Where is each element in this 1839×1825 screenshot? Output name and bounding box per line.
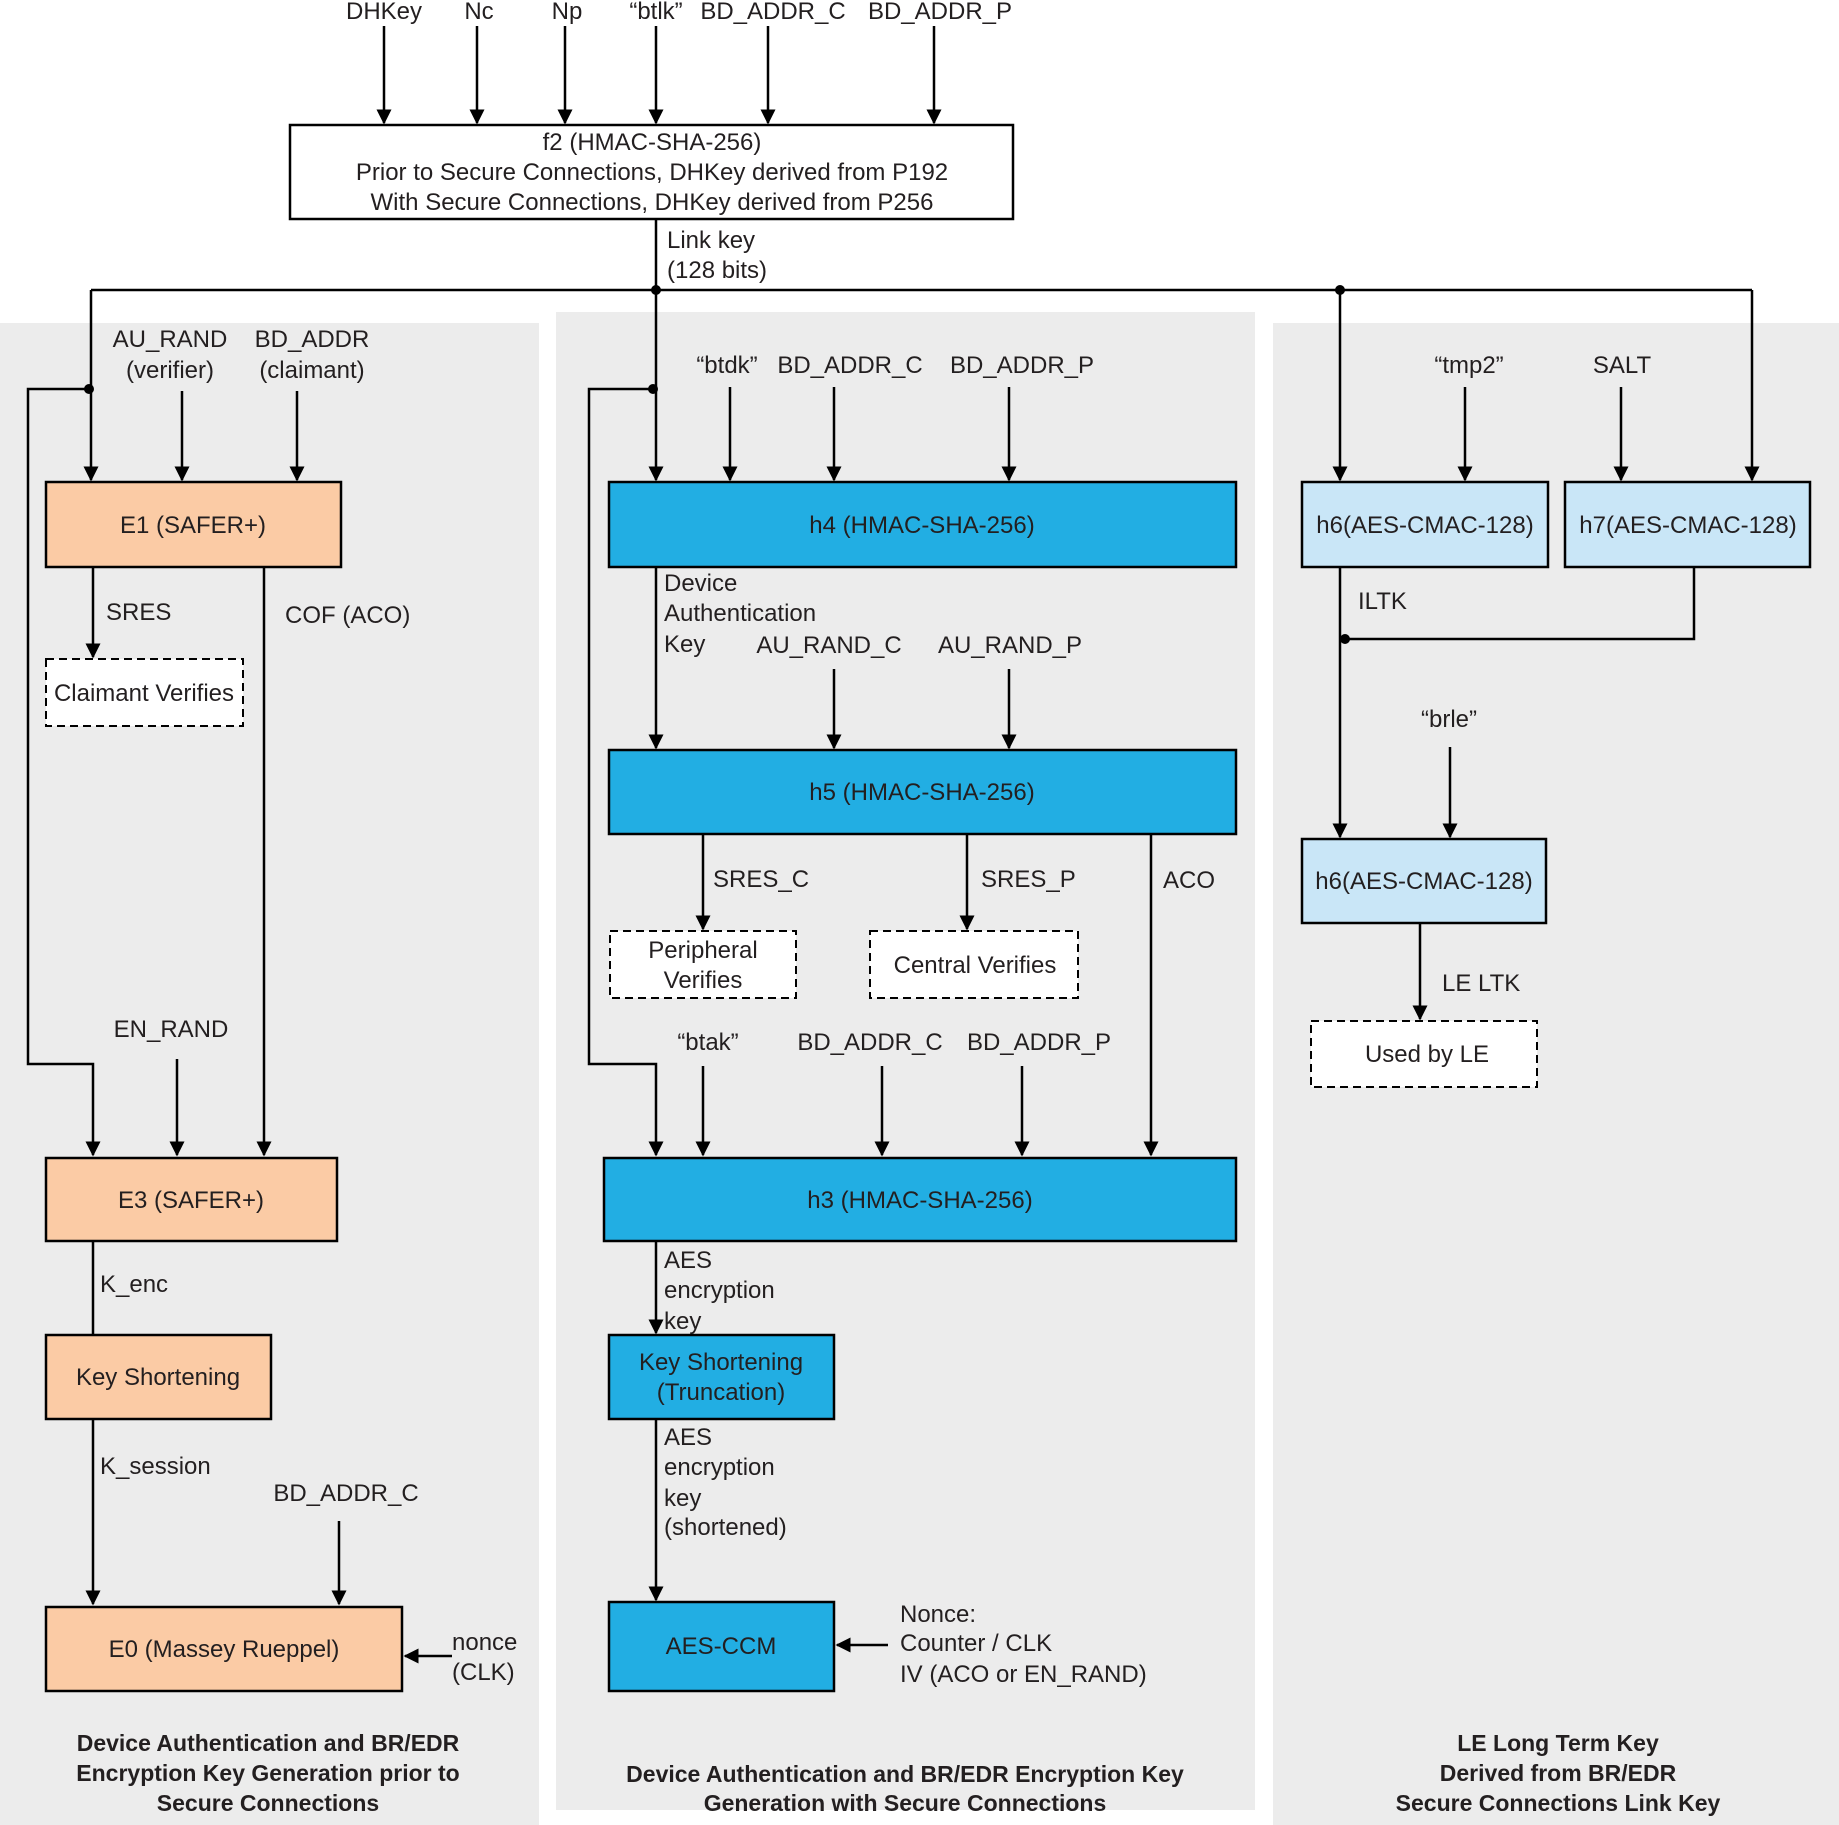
aco-label: ACO: [1163, 867, 1215, 894]
dak-label-line2: Authentication: [664, 600, 816, 627]
input-label-bd-addr-p: BD_ADDR_P: [868, 0, 1012, 25]
e0-label: E0 (Massey Rueppel): [109, 1636, 340, 1663]
h6-label: h6(AES-CMAC-128): [1316, 512, 1533, 539]
h5-label: h5 (HMAC-SHA-256): [809, 779, 1034, 806]
input-label-dhkey: DHKey: [346, 0, 422, 25]
link-key-bits-label: (128 bits): [667, 257, 767, 284]
en-rand-label: EN_RAND: [114, 1016, 229, 1043]
dak-label-line1: Device: [664, 570, 737, 597]
sc-caption-line1: Device Authentication and BR/EDR Encrypt…: [626, 1761, 1184, 1787]
e1-label: E1 (SAFER+): [120, 512, 266, 539]
sres-p-label: SRES_P: [981, 866, 1076, 893]
nonce-label: nonce: [452, 1629, 517, 1656]
nonce-ccm-line1: Nonce:: [900, 1601, 976, 1628]
legacy-caption-line1: Device Authentication and BR/EDR: [77, 1730, 460, 1756]
input-label-np: Np: [552, 0, 583, 25]
h4-bd-addr-c-label: BD_ADDR_C: [777, 352, 922, 379]
aes-key-short-line2: encryption: [664, 1454, 775, 1481]
le-caption-line3: Secure Connections Link Key: [1396, 1790, 1721, 1816]
link-key-bus: Link key (128 bits): [91, 219, 1752, 295]
au-rand-label: AU_RAND: [113, 326, 228, 353]
input-label-btlk: “btlk”: [629, 0, 682, 25]
f2-line2: With Secure Connections, DHKey derived f…: [371, 189, 934, 216]
peripheral-verifies-line1: Peripheral: [648, 937, 757, 964]
tmp2-label: “tmp2”: [1434, 352, 1503, 379]
claimant-verifies-label: Claimant Verifies: [54, 680, 234, 707]
sres-c-label: SRES_C: [713, 866, 809, 893]
aes-ccm-label: AES-CCM: [666, 1633, 777, 1660]
dak-label-line3: Key: [664, 631, 705, 658]
key-shortening-truncation-line1: Key Shortening: [639, 1349, 803, 1376]
au-rand-c-label: AU_RAND_C: [756, 632, 901, 659]
f2-box: f2 (HMAC-SHA-256) Prior to Secure Connec…: [288, 123, 1015, 221]
e3-label: E3 (SAFER+): [118, 1187, 264, 1214]
au-rand-sub-label: (verifier): [126, 357, 214, 384]
key-derivation-diagram: DHKey Nc Np “btlk” BD_ADDR_C BD_ADDR_P f…: [0, 0, 1839, 1825]
h4-bd-addr-p-label: BD_ADDR_P: [950, 352, 1094, 379]
h3-label: h3 (HMAC-SHA-256): [807, 1187, 1032, 1214]
h6-second-label: h6(AES-CMAC-128): [1315, 868, 1532, 895]
salt-label: SALT: [1593, 352, 1652, 379]
bd-addr-label: BD_ADDR: [255, 326, 370, 353]
peripheral-verifies-line2: Verifies: [664, 967, 743, 994]
input-label-bd-addr-c: BD_ADDR_C: [700, 0, 845, 25]
key-shortening-truncation-box: [607, 1333, 836, 1421]
btdk-label: “btdk”: [696, 352, 757, 379]
le-ltk-label: LE LTK: [1442, 970, 1520, 997]
key-shortening-label: Key Shortening: [76, 1364, 240, 1391]
nonce-clk-label: (CLK): [452, 1659, 515, 1686]
h4-label: h4 (HMAC-SHA-256): [809, 512, 1034, 539]
central-verifies-label: Central Verifies: [894, 952, 1057, 979]
f2-line1: Prior to Secure Connections, DHKey deriv…: [356, 159, 948, 186]
bd-addr-sub-label: (claimant): [259, 357, 364, 384]
aes-key-short-line1: AES: [664, 1424, 712, 1451]
le-caption-line1: LE Long Term Key: [1457, 1730, 1659, 1756]
iltk-label: ILTK: [1358, 588, 1407, 615]
nonce-ccm-line2: Counter / CLK: [900, 1630, 1052, 1657]
junction-dot: [1340, 634, 1350, 644]
f2-title: f2 (HMAC-SHA-256): [543, 129, 762, 156]
btak-label: “btak”: [677, 1029, 738, 1056]
sres-label: SRES: [106, 599, 171, 626]
used-by-le-label: Used by LE: [1365, 1041, 1489, 1068]
h3-bd-addr-p-label: BD_ADDR_P: [967, 1029, 1111, 1056]
au-rand-p-label: AU_RAND_P: [938, 632, 1082, 659]
link-key-label: Link key: [667, 227, 755, 254]
k-enc-label: K_enc: [100, 1271, 168, 1298]
h3-bd-addr-c-label: BD_ADDR_C: [797, 1029, 942, 1056]
k-session-label: K_session: [100, 1453, 211, 1480]
input-label-nc: Nc: [464, 0, 493, 25]
aes-key-line2: encryption: [664, 1277, 775, 1304]
bd-addr-c-label: BD_ADDR_C: [273, 1480, 418, 1507]
legacy-caption-line3: Secure Connections: [157, 1790, 379, 1816]
nonce-ccm-line3: IV (ACO or EN_RAND): [900, 1661, 1147, 1688]
aes-key-line1: AES: [664, 1247, 712, 1274]
cof-aco-label: COF (ACO): [285, 602, 410, 629]
sc-caption-line2: Generation with Secure Connections: [704, 1790, 1107, 1816]
key-shortening-truncation-line2: (Truncation): [657, 1379, 785, 1406]
aes-key-short-line3: key: [664, 1485, 701, 1512]
legacy-caption-line2: Encryption Key Generation prior to: [76, 1760, 459, 1786]
aes-key-short-line4: (shortened): [664, 1514, 787, 1541]
brle-label: “brle”: [1421, 706, 1477, 733]
aes-key-line3: key: [664, 1308, 701, 1335]
le-caption-line2: Derived from BR/EDR: [1440, 1760, 1677, 1786]
f2-inputs: DHKey Nc Np “btlk” BD_ADDR_C BD_ADDR_P: [346, 0, 1012, 125]
h7-label: h7(AES-CMAC-128): [1579, 512, 1796, 539]
